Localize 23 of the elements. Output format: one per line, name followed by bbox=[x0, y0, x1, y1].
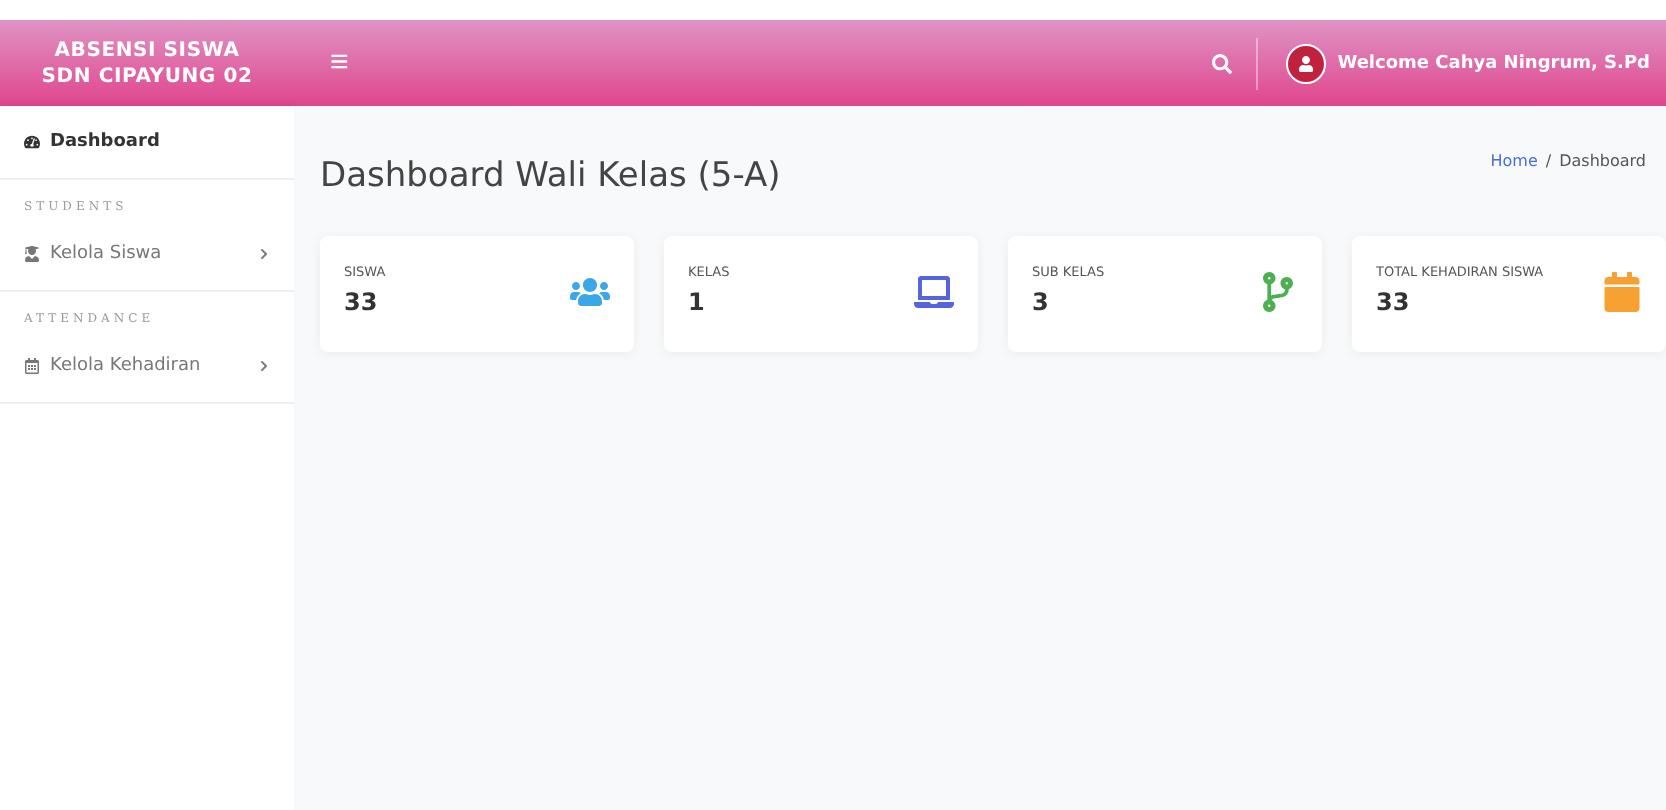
breadcrumb-current: Dashboard bbox=[1559, 152, 1646, 170]
laptop-icon bbox=[914, 272, 954, 312]
stat-value: 1 bbox=[688, 288, 707, 316]
breadcrumb-separator: / bbox=[1545, 152, 1552, 170]
page-title: Dashboard Wali Kelas (5-A) bbox=[320, 156, 781, 196]
student-icon bbox=[24, 246, 40, 262]
calendar-icon bbox=[24, 358, 40, 374]
stat-value: 33 bbox=[1376, 288, 1412, 316]
search-icon[interactable] bbox=[1211, 53, 1232, 73]
user-avatar-icon[interactable] bbox=[1285, 43, 1326, 83]
stat-value: 33 bbox=[344, 288, 380, 316]
brand-title: ABSENSI SISWA bbox=[54, 37, 240, 63]
calendar-icon bbox=[1602, 272, 1642, 312]
brand-subtitle: SDN CIPAYUNG 02 bbox=[41, 63, 253, 89]
stat-value: 3 bbox=[1032, 288, 1051, 316]
menu-button[interactable]: ≡ bbox=[314, 45, 365, 81]
welcome-text[interactable]: Welcome Cahya Ningrum, S.Pd bbox=[1337, 53, 1650, 73]
breadcrumb-link[interactable]: Home bbox=[1490, 152, 1538, 170]
branch-icon bbox=[1258, 272, 1298, 312]
chevron-icon bbox=[258, 360, 270, 372]
chevron-icon bbox=[258, 248, 270, 260]
dashboard-icon bbox=[24, 134, 40, 150]
users-icon bbox=[570, 272, 610, 312]
